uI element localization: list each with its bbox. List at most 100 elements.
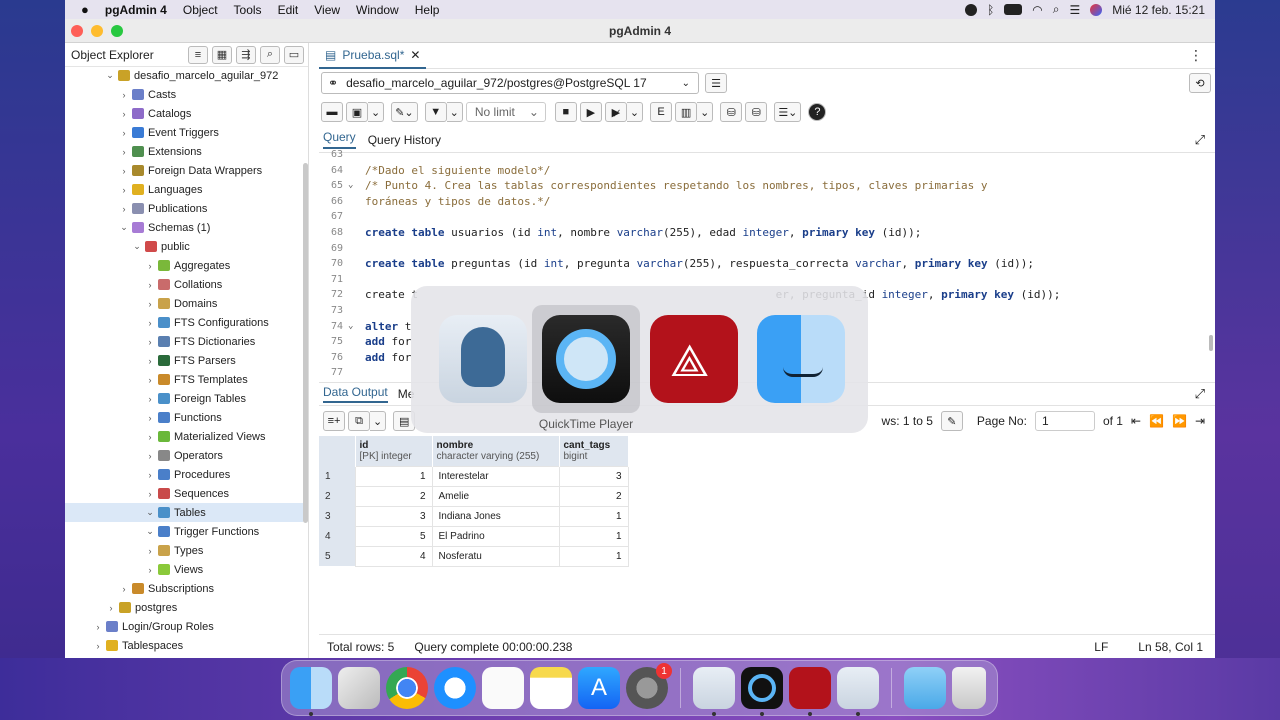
code-line[interactable]: create table usuarios (id int, nombre va… — [365, 226, 921, 239]
chevron-right-icon[interactable]: › — [145, 318, 155, 328]
pgadmin-alt-dock-icon[interactable] — [837, 667, 879, 716]
terminal-icon[interactable]: ▭ — [284, 45, 304, 64]
menu-tools[interactable]: Tools — [226, 3, 270, 17]
menu-edit[interactable]: Edit — [270, 3, 307, 17]
siri-icon[interactable] — [1090, 3, 1103, 16]
stop-icon[interactable]: ■ — [554, 102, 577, 122]
reminders-dock-icon[interactable] — [482, 667, 524, 709]
reset-layout-icon[interactable]: ⟲ — [1189, 73, 1211, 93]
chevron-right-icon[interactable]: › — [119, 204, 129, 214]
table-cell[interactable]: 1 — [558, 545, 629, 567]
tree-item-types[interactable]: › Types — [65, 541, 303, 560]
chevron-right-icon[interactable]: › — [145, 470, 155, 480]
chevron-right-icon[interactable]: › — [145, 451, 155, 461]
minimize-window-button[interactable] — [91, 25, 103, 37]
tree-item-catalogs[interactable]: › Catalogs — [65, 104, 303, 123]
tree-item-aggregates[interactable]: › Aggregates — [65, 256, 303, 275]
commit-icon[interactable]: ⛁ — [720, 102, 743, 122]
code-line[interactable]: add for — [365, 351, 411, 364]
bluetooth-icon[interactable]: ᛒ — [987, 3, 994, 17]
table-cell[interactable]: Interestelar — [431, 465, 560, 487]
open-file-icon[interactable]: ▬ — [321, 102, 343, 122]
chevron-right-icon[interactable]: › — [119, 128, 129, 138]
code-line[interactable]: alter t — [365, 320, 411, 333]
table-cell[interactable]: 3 — [558, 465, 629, 487]
tree-item-procedures[interactable]: › Procedures — [65, 465, 303, 484]
execute-script-icon[interactable]: ▶̷ — [604, 102, 627, 122]
tree-item-fts-templates[interactable]: › FTS Templates — [65, 370, 303, 389]
more-options-icon[interactable]: ⋮ — [1189, 47, 1215, 64]
execute-chevron-icon[interactable]: ⌄ — [626, 102, 644, 122]
server-icon[interactable]: ☰ — [705, 73, 727, 93]
table-cell[interactable]: El Padrino — [431, 525, 560, 547]
acrobat-dock-icon[interactable] — [789, 667, 831, 716]
downloads-folder-dock-icon[interactable] — [904, 667, 946, 709]
chevron-right-icon[interactable]: › — [145, 432, 155, 442]
column-header-nombre[interactable]: nombre character varying (255) — [432, 436, 560, 466]
tab-data-output[interactable]: Data Output — [323, 385, 388, 403]
finder-dock-icon[interactable] — [290, 667, 332, 716]
table-cell[interactable]: 2 — [558, 485, 629, 507]
safari-dock-icon[interactable] — [434, 667, 476, 709]
column-header-id[interactable]: id [PK] integer — [355, 436, 433, 466]
table-row[interactable]: 1 1 Interestelar 3 — [319, 465, 629, 487]
rollback-icon[interactable]: ⛁ — [745, 102, 768, 122]
table-row[interactable]: 5 4 Nosferatu 1 — [319, 545, 629, 567]
filter-icon[interactable]: ▼ — [424, 102, 447, 122]
chevron-right-icon[interactable]: › — [119, 166, 129, 176]
code-line[interactable]: create table preguntas (id int, pregunta… — [365, 257, 1034, 270]
editor-scrollbar[interactable] — [1209, 335, 1213, 351]
app-store-dock-icon[interactable]: A — [578, 667, 620, 709]
menu-view[interactable]: View — [306, 3, 348, 17]
tree-item-publications[interactable]: › Publications — [65, 199, 303, 218]
pgadmin-dock-icon[interactable] — [693, 667, 735, 716]
close-tab-icon[interactable]: ✕ — [410, 48, 420, 62]
chevron-down-icon[interactable]: ⌄ — [132, 241, 142, 252]
zoom-window-button[interactable] — [111, 25, 123, 37]
tab-prueba-sql[interactable]: ▤ Prueba.sql* ✕ — [319, 43, 427, 69]
menubar-clock[interactable]: Mié 12 feb. 15:21 — [1112, 3, 1205, 17]
table-cell[interactable]: 5 — [354, 525, 433, 547]
code-line[interactable]: add for — [365, 335, 411, 348]
apple-icon[interactable]: ● — [65, 2, 97, 17]
tree-item-subscriptions[interactable]: › Subscriptions — [65, 579, 303, 598]
next-page-icon[interactable]: ⏩ — [1172, 414, 1187, 428]
tree-item-fts-dictionaries[interactable]: › FTS Dictionaries — [65, 332, 303, 351]
table-cell[interactable]: 3 — [354, 505, 433, 527]
table-row[interactable]: 3 3 Indiana Jones 1 — [319, 505, 629, 527]
chevron-right-icon[interactable]: › — [145, 280, 155, 290]
notes-dock-icon[interactable] — [530, 667, 572, 709]
tree-item-operators[interactable]: › Operators — [65, 446, 303, 465]
system-settings-dock-icon[interactable]: 1 — [626, 663, 672, 709]
row-limit-select[interactable]: No limit ⌄ — [465, 102, 546, 122]
launchpad-dock-icon[interactable] — [338, 667, 380, 709]
tree-item-foreign-tables[interactable]: › Foreign Tables — [65, 389, 303, 408]
table-cell[interactable]: Amelie — [431, 485, 560, 507]
tree-item-materialized-views[interactable]: › Materialized Views — [65, 427, 303, 446]
chevron-right-icon[interactable]: › — [145, 337, 155, 347]
save-file-icon[interactable]: ▣ — [346, 102, 368, 122]
copy-chevron-icon[interactable]: ⌄ — [370, 411, 387, 431]
tree-item-domains[interactable]: › Domains — [65, 294, 303, 313]
close-window-button[interactable] — [71, 25, 83, 37]
chevron-right-icon[interactable]: › — [93, 641, 103, 651]
tree-item-extensions[interactable]: › Extensions — [65, 142, 303, 161]
connection-select[interactable]: ⚭ desafio_marcelo_aguilar_972/postgres@P… — [321, 72, 699, 94]
chevron-right-icon[interactable]: › — [145, 261, 155, 271]
table-row[interactable]: 4 5 El Padrino 1 — [319, 525, 629, 547]
schema-diff-icon[interactable]: ⇶ — [236, 45, 256, 64]
explain-icon[interactable]: E — [650, 102, 673, 122]
tree-item-languages[interactable]: › Languages — [65, 180, 303, 199]
add-row-icon[interactable]: ≡+ — [323, 411, 345, 431]
tree-item-tablespaces[interactable]: › Tablespaces — [65, 636, 303, 655]
finder-icon[interactable] — [757, 315, 845, 403]
tree-item-postgres[interactable]: › postgres — [65, 598, 303, 617]
chevron-right-icon[interactable]: › — [119, 185, 129, 195]
help-icon[interactable]: ? — [808, 103, 827, 121]
spotlight-icon[interactable]: ⌕ — [1053, 2, 1060, 17]
tree-item-login-group-roles[interactable]: › Login/Group Roles — [65, 617, 303, 636]
page-number-input[interactable]: 1 — [1034, 411, 1095, 431]
edit-icon[interactable]: ✎⌄ — [391, 102, 418, 122]
tree-item-fts-parsers[interactable]: › FTS Parsers — [65, 351, 303, 370]
menu-help[interactable]: Help — [407, 3, 448, 17]
